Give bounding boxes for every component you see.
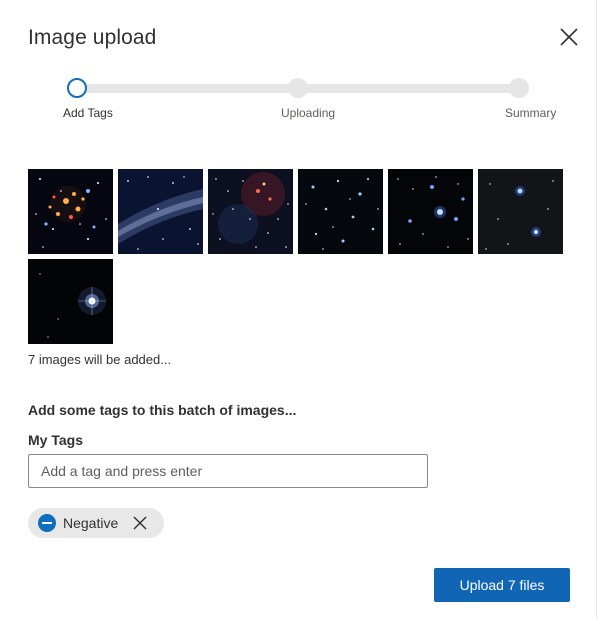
bright-star-image [28, 259, 113, 344]
milky-way-image [118, 169, 203, 254]
step-summary-indicator [509, 78, 529, 98]
step-add-tags-indicator [67, 78, 87, 98]
tag-remove-button[interactable] [132, 515, 148, 531]
tag-input[interactable] [28, 454, 428, 488]
nebula-starfield-image [208, 169, 293, 254]
star-cluster-image [28, 169, 113, 254]
upload-stepper: Add Tags Uploading Summary [0, 0, 597, 130]
tag-chip-label: Negative [63, 515, 119, 531]
step-label-uploading: Uploading [281, 106, 336, 120]
step-label-summary: Summary [505, 106, 557, 120]
upload-button[interactable]: Upload 7 files [434, 568, 570, 602]
step-label-add-tags: Add Tags [63, 106, 113, 120]
my-tags-label: My Tags [28, 432, 83, 448]
sparse-stars-image [478, 169, 563, 254]
image-upload-dialog: Image upload Add Tags Uploading Summary [0, 0, 597, 619]
blue-stars-image [298, 169, 383, 254]
minus-circle-icon [38, 514, 56, 532]
tag-chip-negative: Negative [28, 508, 164, 538]
constellation-image [388, 169, 473, 254]
close-icon [133, 516, 147, 530]
image-count-text: 7 images will be added... [28, 352, 172, 367]
step-uploading-indicator [288, 78, 308, 98]
tags-heading: Add some tags to this batch of images... [28, 402, 297, 418]
